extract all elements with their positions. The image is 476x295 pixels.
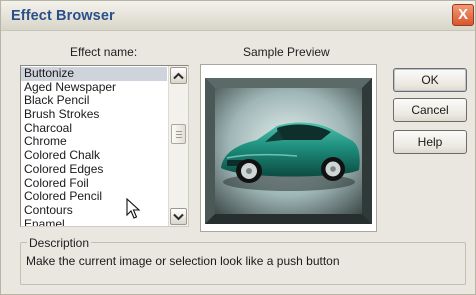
- list-item[interactable]: Colored Chalk: [21, 148, 167, 163]
- scroll-thumb[interactable]: [171, 124, 186, 144]
- list-item[interactable]: Colored Pencil: [21, 189, 167, 204]
- list-item[interactable]: Enamel: [21, 217, 167, 226]
- ok-button[interactable]: OK: [393, 68, 467, 92]
- list-item[interactable]: Black Pencil: [21, 94, 167, 108]
- title-bar[interactable]: Effect Browser X: [1, 1, 475, 31]
- scroll-down-button[interactable]: [170, 208, 187, 225]
- close-button[interactable]: X: [452, 4, 474, 26]
- effect-name-label: Effect name:: [70, 45, 138, 59]
- sample-preview-panel: [200, 64, 377, 232]
- effect-list-items: Buttonize Aged Newspaper Black Pencil Brush…: [21, 66, 167, 226]
- list-item[interactable]: Colored Foil: [21, 176, 167, 191]
- sample-preview-image: [205, 78, 372, 224]
- list-item-selected[interactable]: Buttonize: [21, 66, 167, 81]
- list-item[interactable]: Colored Edges: [21, 162, 167, 177]
- description-text: Make the current image or selection look…: [26, 254, 340, 268]
- close-icon: X: [457, 6, 468, 23]
- list-item[interactable]: Chrome: [21, 135, 167, 149]
- chevron-down-icon: [173, 213, 184, 220]
- dialog-title: Effect Browser: [11, 8, 115, 24]
- help-button[interactable]: Help: [393, 130, 467, 154]
- scroll-up-button[interactable]: [170, 67, 187, 84]
- thumb-grip-line: [176, 137, 182, 138]
- cancel-button[interactable]: Cancel: [393, 98, 467, 122]
- thumb-grip-line: [176, 134, 182, 135]
- effect-list[interactable]: Buttonize Aged Newspaper Black Pencil Brush…: [20, 65, 189, 227]
- list-item[interactable]: Charcoal: [21, 121, 167, 136]
- list-item[interactable]: Contours: [21, 203, 167, 218]
- thumb-grip-line: [176, 131, 182, 132]
- effect-list-scrollbar[interactable]: [168, 66, 188, 226]
- effect-browser-dialog: Effect Browser X Effect name: Sample Pre…: [0, 0, 476, 295]
- description-group-title: Description: [27, 236, 92, 250]
- mouse-pointer-icon: [126, 198, 141, 219]
- list-item[interactable]: Brush Strokes: [21, 107, 167, 122]
- chevron-up-icon: [173, 72, 184, 79]
- sample-preview-label: Sample Preview: [243, 45, 330, 59]
- list-item[interactable]: Aged Newspaper: [21, 80, 167, 95]
